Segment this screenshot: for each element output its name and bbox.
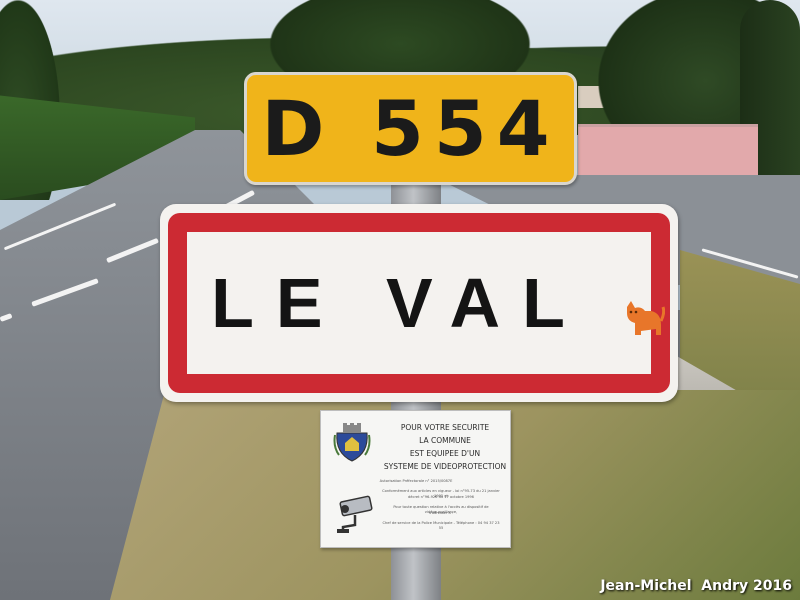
notice-text: POUR VOTRE SECURITE LA COMMUNE EST EQUIP… bbox=[381, 421, 509, 473]
route-sign: D 554 bbox=[244, 72, 577, 185]
town-entry-sign: LE VAL bbox=[160, 204, 678, 402]
cat-sticker-icon bbox=[627, 301, 665, 335]
notice-line: EST EQUIPEE D'UN bbox=[409, 449, 481, 458]
photo-scene: D 554 LE VAL POUR VOTRE SECURITE LA COMM… bbox=[0, 0, 800, 600]
photo-credit: Jean-Michel Andry 2016 bbox=[600, 578, 792, 594]
notice-fine-print: Autorisation Préfectorale n° 2015/0087E bbox=[379, 479, 453, 483]
notice-fine-print: s'adresser à : bbox=[428, 511, 454, 515]
coat-of-arms-icon bbox=[333, 423, 371, 462]
cctv-camera-icon bbox=[337, 495, 373, 533]
notice-line: SYSTEME DE VIDEOPROTECTION bbox=[383, 462, 507, 471]
notice-line: POUR VOTRE SECURITE bbox=[400, 423, 490, 432]
town-name: LE VAL bbox=[211, 264, 587, 342]
notice-line: LA COMMUNE bbox=[419, 436, 471, 445]
notice-fine-print: Chef de service de la Police Municipale … bbox=[382, 521, 500, 530]
notice-fine-print: décret n°96-926 du 17 octobre 1996 bbox=[408, 495, 474, 499]
town-sign-border: LE VAL bbox=[168, 213, 670, 393]
route-number: D 554 bbox=[261, 83, 560, 173]
cctv-notice-board: POUR VOTRE SECURITE LA COMMUNE EST EQUIP… bbox=[320, 410, 511, 548]
